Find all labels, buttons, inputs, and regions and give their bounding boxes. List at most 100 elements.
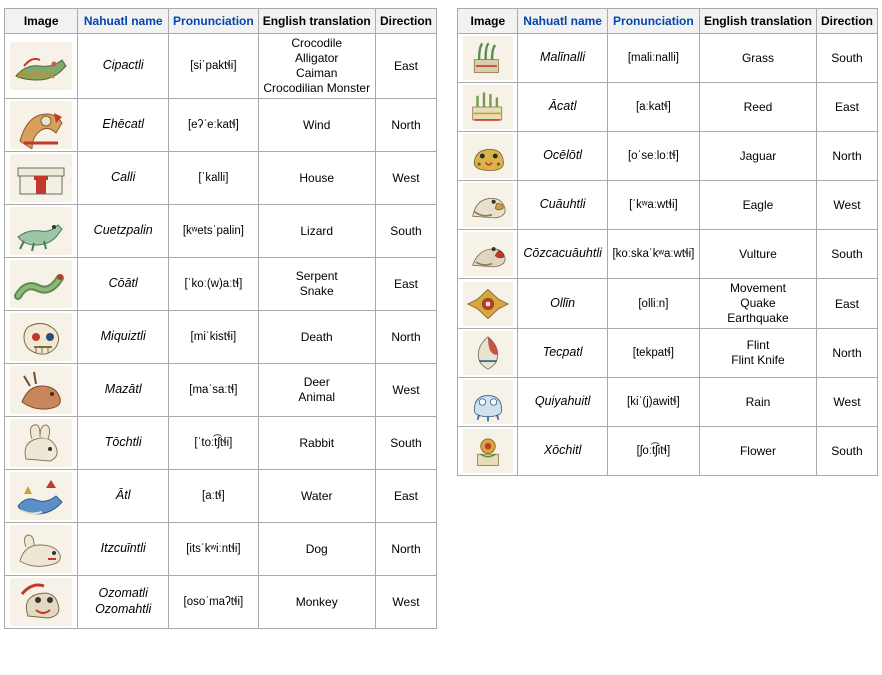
table-row: Xōchitl [ʃoːt͡ʃitɬ] Flower South	[457, 426, 879, 476]
nahuatl-name-cell: Cuetzpalin	[77, 204, 170, 258]
aztec-day-signs-table-2: Image Nahuatl name Pronunciation English…	[457, 8, 879, 476]
flower-glyph	[462, 429, 513, 473]
direction-cell: West	[374, 363, 438, 417]
english-translation-cell: Lizard	[257, 204, 376, 258]
deer-glyph	[10, 366, 73, 414]
direction-cell: South	[815, 426, 879, 476]
column-header-direction: Direction	[374, 8, 438, 34]
table-row: Ācatl [aːkatɬ] Reed East	[457, 82, 879, 132]
english-translation-cell: Serpent Snake	[257, 257, 376, 311]
house-glyph	[10, 154, 73, 202]
table-row: Cōātl [ˈkoː(w)aːtɬ] Serpent Snake East	[3, 257, 438, 311]
table-row: Cōzcacuāuhtli [koːskaˈkʷaːwtɬi] Vulture Sou…	[457, 229, 879, 279]
header-link-pronunciation[interactable]: Pronunciation	[173, 14, 254, 28]
table-row: Cuāuhtli [ˈkʷaːwtɬi] Eagle West	[457, 180, 879, 230]
direction-cell: West	[374, 151, 438, 205]
day-sign-image-cell[interactable]	[3, 151, 79, 205]
nahuatl-name-cell: Itzcuīntli	[77, 522, 170, 576]
english-translation-cell: Crocodile Alligator Caiman Crocodilian Mons…	[257, 33, 376, 99]
table-row: Miquiztli [miˈkistɬi] Death North	[3, 310, 438, 364]
day-sign-image-cell[interactable]	[3, 522, 79, 576]
day-sign-image-cell[interactable]	[3, 363, 79, 417]
header-label: English translation	[703, 14, 812, 28]
direction-cell: East	[815, 278, 879, 329]
table-row: Itzcuīntli [itsˈkʷiːntɬi] Dog North	[3, 522, 438, 576]
day-sign-image-cell[interactable]	[3, 98, 79, 152]
column-header-english-translation: English translation	[257, 8, 376, 34]
day-sign-image-cell[interactable]	[457, 229, 519, 279]
pronunciation-cell: [ˈkʷaːwtɬi]	[606, 180, 700, 230]
day-sign-image-cell[interactable]	[3, 310, 79, 364]
english-translation-cell: Rain	[698, 377, 817, 427]
pronunciation-cell: [aːtɬ]	[168, 469, 259, 523]
table-row: Cuetzpalin [kʷetsˈpalin] Lizard South	[3, 204, 438, 258]
day-sign-image-cell[interactable]	[457, 180, 519, 230]
column-header-nahuatl-name: Nahuatl name	[517, 8, 608, 34]
table-row: Ocēlōtl [oˈseːloːtɬ] Jaguar North	[457, 131, 879, 181]
nahuatl-name-cell: Ātl	[77, 469, 170, 523]
direction-cell: West	[815, 180, 879, 230]
header-label: Direction	[379, 14, 432, 28]
direction-cell: West	[815, 377, 879, 427]
english-translation-cell: Flint Flint Knife	[698, 328, 817, 378]
nahuatl-name-cell: Calli	[77, 151, 170, 205]
header-link-pronunciation[interactable]: Pronunciation	[613, 14, 694, 28]
table-header-row: Image Nahuatl name Pronunciation English…	[457, 8, 879, 34]
nahuatl-name-cell: Malīnalli	[517, 33, 608, 83]
table-row: Tōchtli [ˈtoːt͡ʃtɬi] Rabbit South	[3, 416, 438, 470]
direction-cell: East	[815, 82, 879, 132]
pronunciation-cell: [maliːnalli]	[606, 33, 700, 83]
direction-cell: East	[374, 469, 438, 523]
table-row: Tecpatl [tekpatɬ] Flint Flint Knife North	[457, 328, 879, 378]
direction-cell: North	[815, 328, 879, 378]
table-row: Ātl [aːtɬ] Water East	[3, 469, 438, 523]
aztec-day-signs-page: Image Nahuatl name Pronunciation English…	[0, 0, 882, 629]
direction-cell: South	[374, 204, 438, 258]
day-sign-image-cell[interactable]	[457, 131, 519, 181]
pronunciation-cell: [ˈtoːt͡ʃtɬi]	[168, 416, 259, 470]
lizard-glyph	[10, 207, 73, 255]
day-sign-image-cell[interactable]	[457, 426, 519, 476]
direction-cell: North	[815, 131, 879, 181]
table-row: Ozomatli Ozomahtli [osoˈmaʔtɬi] Monkey West	[3, 575, 438, 629]
day-sign-image-cell[interactable]	[457, 33, 519, 83]
nahuatl-name-cell: Mazātl	[77, 363, 170, 417]
day-sign-image-cell[interactable]	[3, 416, 79, 470]
day-sign-image-cell[interactable]	[3, 204, 79, 258]
table-row: Mazātl [maˈsaːtɬ] Deer Animal West	[3, 363, 438, 417]
header-link-nahuatl[interactable]: Nahuatl name	[523, 14, 602, 28]
pronunciation-cell: [oˈseːloːtɬ]	[606, 131, 700, 181]
pronunciation-cell: [kiˈ(j)awitɬ]	[606, 377, 700, 427]
pronunciation-cell: [kʷetsˈpalin]	[168, 204, 259, 258]
day-sign-image-cell[interactable]	[3, 469, 79, 523]
table-1-body: Cipactli [siˈpaktɬi] Crocodile Alligator Cai…	[3, 33, 438, 629]
direction-cell: East	[374, 257, 438, 311]
day-sign-image-cell[interactable]	[457, 278, 519, 329]
header-link-nahuatl[interactable]: Nahuatl name	[84, 14, 163, 28]
aztec-day-signs-table-1: Image Nahuatl name Pronunciation English…	[3, 8, 438, 629]
pronunciation-cell: [olliːn]	[606, 278, 700, 329]
table-row: Malīnalli [maliːnalli] Grass South	[457, 33, 879, 83]
table-row: Quiyahuitl [kiˈ(j)awitɬ] Rain West	[457, 377, 879, 427]
monkey-glyph	[10, 578, 73, 626]
day-sign-image-cell[interactable]	[3, 33, 79, 99]
nahuatl-name-cell: Cōzcacuāuhtli	[517, 229, 608, 279]
nahuatl-name-cell: Ehēcatl	[77, 98, 170, 152]
table-2-container: Image Nahuatl name Pronunciation English…	[457, 8, 879, 476]
day-sign-image-cell[interactable]	[457, 328, 519, 378]
day-sign-image-cell[interactable]	[457, 377, 519, 427]
day-sign-image-cell[interactable]	[3, 257, 79, 311]
day-sign-image-cell[interactable]	[457, 82, 519, 132]
pronunciation-cell: [tekpatɬ]	[606, 328, 700, 378]
pronunciation-cell: [ˈkoː(w)aːtɬ]	[168, 257, 259, 311]
day-sign-image-cell[interactable]	[3, 575, 79, 629]
header-label: Image	[470, 14, 506, 28]
english-translation-cell: Wind	[257, 98, 376, 152]
pronunciation-cell: [koːskaˈkʷaːwtɬi]	[606, 229, 700, 279]
movement-glyph	[462, 281, 513, 326]
column-header-pronunciation: Pronunciation	[168, 8, 259, 34]
direction-cell: West	[374, 575, 438, 629]
english-translation-cell: Eagle	[698, 180, 817, 230]
english-translation-cell: Deer Animal	[257, 363, 376, 417]
direction-cell: South	[815, 33, 879, 83]
